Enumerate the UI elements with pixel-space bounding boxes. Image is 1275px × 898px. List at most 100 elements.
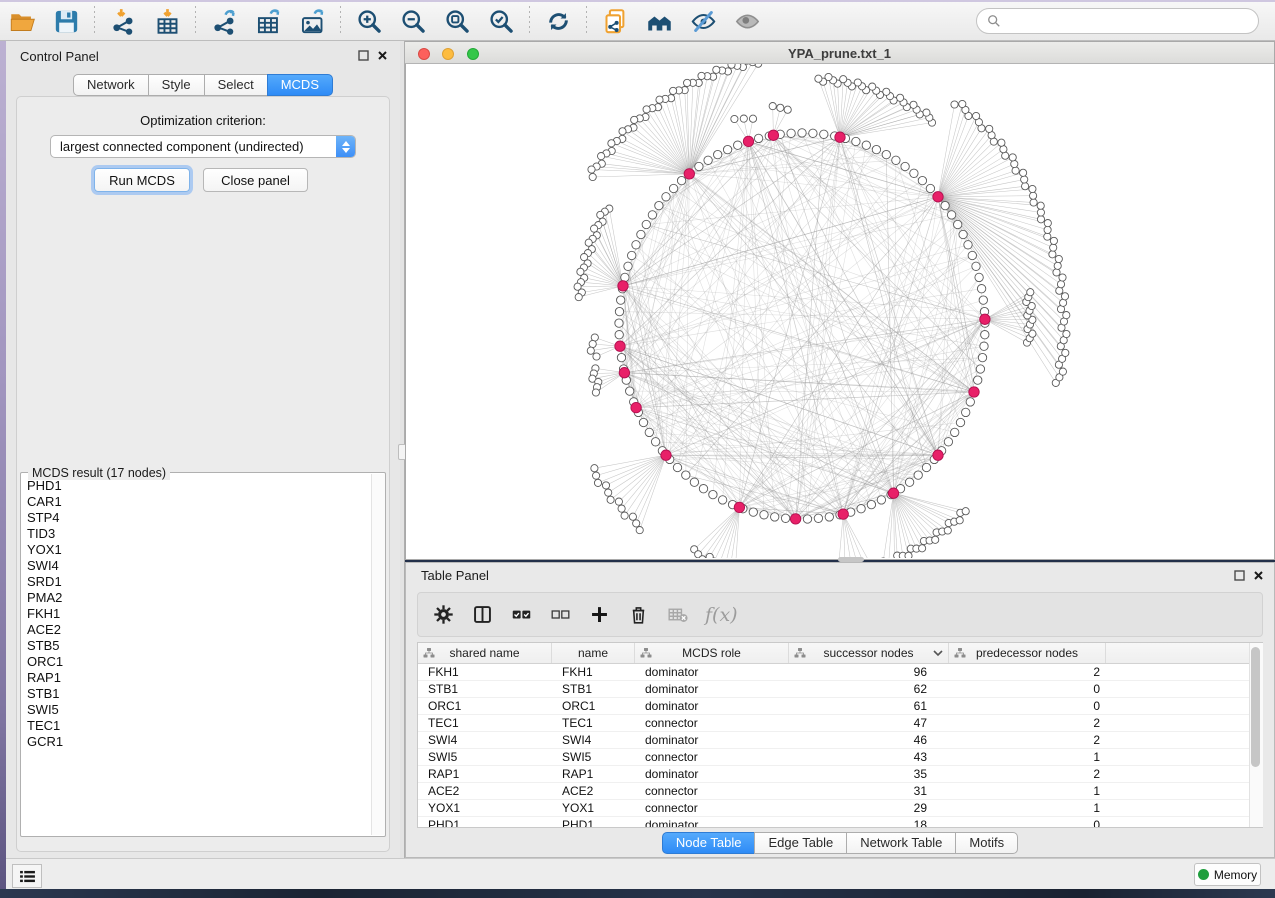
network-node[interactable] bbox=[769, 103, 776, 110]
network-node[interactable] bbox=[1022, 183, 1029, 190]
tab-style[interactable]: Style bbox=[148, 74, 205, 96]
column-header-shared-name[interactable]: shared name bbox=[418, 643, 552, 663]
tab-mcds[interactable]: MCDS bbox=[267, 74, 333, 96]
network-node[interactable] bbox=[591, 465, 598, 472]
table-row[interactable]: PHD1PHD1dominator180 bbox=[418, 817, 1262, 828]
network-node[interactable] bbox=[986, 125, 993, 132]
network-node[interactable] bbox=[781, 514, 789, 522]
mcds-result-item[interactable]: GCR1 bbox=[21, 734, 371, 750]
table-row[interactable]: TEC1TEC1connector472 bbox=[418, 715, 1262, 732]
network-node[interactable] bbox=[944, 438, 952, 446]
float-panel-icon[interactable] bbox=[1234, 570, 1245, 581]
network-node[interactable] bbox=[631, 116, 638, 123]
network-node[interactable] bbox=[718, 496, 726, 504]
network-node[interactable] bbox=[1044, 233, 1051, 240]
network-hub-node[interactable] bbox=[743, 136, 753, 146]
network-node[interactable] bbox=[954, 220, 962, 228]
mcds-result-item[interactable]: STB1 bbox=[21, 686, 371, 702]
network-node[interactable] bbox=[709, 490, 717, 498]
delete-column-icon[interactable] bbox=[625, 602, 651, 628]
show-columns-icon[interactable] bbox=[469, 602, 495, 628]
network-node[interactable] bbox=[998, 139, 1005, 146]
network-node[interactable] bbox=[910, 169, 918, 177]
network-node[interactable] bbox=[1037, 202, 1044, 209]
network-node[interactable] bbox=[1057, 281, 1064, 288]
network-node[interactable] bbox=[656, 96, 663, 103]
export-network-icon[interactable] bbox=[209, 6, 239, 36]
network-hub-node[interactable] bbox=[838, 509, 848, 519]
network-node[interactable] bbox=[621, 273, 629, 281]
network-node[interactable] bbox=[617, 296, 625, 304]
network-node[interactable] bbox=[784, 106, 791, 113]
network-node[interactable] bbox=[699, 485, 707, 493]
network-node[interactable] bbox=[918, 176, 926, 184]
network-node[interactable] bbox=[1053, 269, 1060, 276]
mcds-list-scrollbar[interactable] bbox=[371, 474, 385, 835]
network-node[interactable] bbox=[932, 536, 939, 543]
network-node[interactable] bbox=[624, 262, 632, 270]
network-node[interactable] bbox=[628, 251, 636, 259]
network-node[interactable] bbox=[1059, 274, 1066, 281]
network-node[interactable] bbox=[1059, 368, 1066, 375]
network-node[interactable] bbox=[740, 115, 747, 122]
deselect-all-checkboxes-icon[interactable] bbox=[547, 602, 573, 628]
tab-motifs[interactable]: Motifs bbox=[955, 832, 1018, 854]
network-node[interactable] bbox=[645, 428, 653, 436]
mcds-result-item[interactable]: SWI5 bbox=[21, 702, 371, 718]
network-node[interactable] bbox=[684, 79, 691, 86]
network-node[interactable] bbox=[901, 162, 909, 170]
network-node[interactable] bbox=[629, 513, 636, 520]
network-node[interactable] bbox=[621, 512, 628, 519]
network-node[interactable] bbox=[597, 211, 604, 218]
network-node[interactable] bbox=[594, 479, 601, 486]
mcds-result-item[interactable]: YOX1 bbox=[21, 542, 371, 558]
network-hub-node[interactable] bbox=[888, 488, 898, 498]
mcds-result-item[interactable]: TID3 bbox=[21, 526, 371, 542]
tab-network-table[interactable]: Network Table bbox=[846, 832, 956, 854]
first-neighbors-icon[interactable] bbox=[644, 6, 674, 36]
network-node[interactable] bbox=[803, 515, 811, 523]
network-node[interactable] bbox=[914, 471, 922, 479]
network-hub-node[interactable] bbox=[631, 402, 641, 412]
network-hub-node[interactable] bbox=[768, 130, 778, 140]
network-node[interactable] bbox=[979, 296, 987, 304]
network-node[interactable] bbox=[673, 463, 681, 471]
network-node[interactable] bbox=[637, 230, 645, 238]
network-node[interactable] bbox=[941, 201, 949, 209]
network-node[interactable] bbox=[1020, 169, 1027, 176]
mcds-result-item[interactable]: ORC1 bbox=[21, 654, 371, 670]
network-node[interactable] bbox=[1055, 255, 1062, 262]
network-node[interactable] bbox=[714, 150, 722, 158]
network-node[interactable] bbox=[923, 109, 930, 116]
network-hub-node[interactable] bbox=[933, 192, 943, 202]
network-node[interactable] bbox=[642, 220, 650, 228]
network-node[interactable] bbox=[1050, 244, 1057, 251]
network-node[interactable] bbox=[615, 307, 623, 315]
network-node[interactable] bbox=[973, 112, 980, 119]
zoom-in-icon[interactable] bbox=[354, 6, 384, 36]
network-node[interactable] bbox=[588, 166, 595, 173]
network-node[interactable] bbox=[713, 66, 720, 73]
network-node[interactable] bbox=[976, 365, 984, 373]
network-node[interactable] bbox=[974, 376, 982, 384]
network-node[interactable] bbox=[1009, 154, 1016, 161]
network-node[interactable] bbox=[1030, 199, 1037, 206]
network-node[interactable] bbox=[964, 241, 972, 249]
network-node[interactable] bbox=[1062, 349, 1069, 356]
tab-network[interactable]: Network bbox=[73, 74, 149, 96]
network-node[interactable] bbox=[670, 87, 677, 94]
network-hub-node[interactable] bbox=[980, 314, 990, 324]
network-hub-node[interactable] bbox=[835, 132, 845, 142]
run-mcds-button[interactable]: Run MCDS bbox=[94, 168, 190, 192]
network-node[interactable] bbox=[877, 496, 885, 504]
network-node[interactable] bbox=[749, 115, 756, 122]
network-node[interactable] bbox=[760, 511, 768, 519]
network-node[interactable] bbox=[825, 513, 833, 521]
network-node[interactable] bbox=[639, 418, 647, 426]
network-node[interactable] bbox=[962, 508, 969, 515]
network-node[interactable] bbox=[867, 500, 875, 508]
table-row[interactable]: ORC1ORC1dominator610 bbox=[418, 698, 1262, 715]
network-node[interactable] bbox=[617, 353, 625, 361]
network-node[interactable] bbox=[593, 472, 600, 479]
network-node[interactable] bbox=[947, 211, 955, 219]
